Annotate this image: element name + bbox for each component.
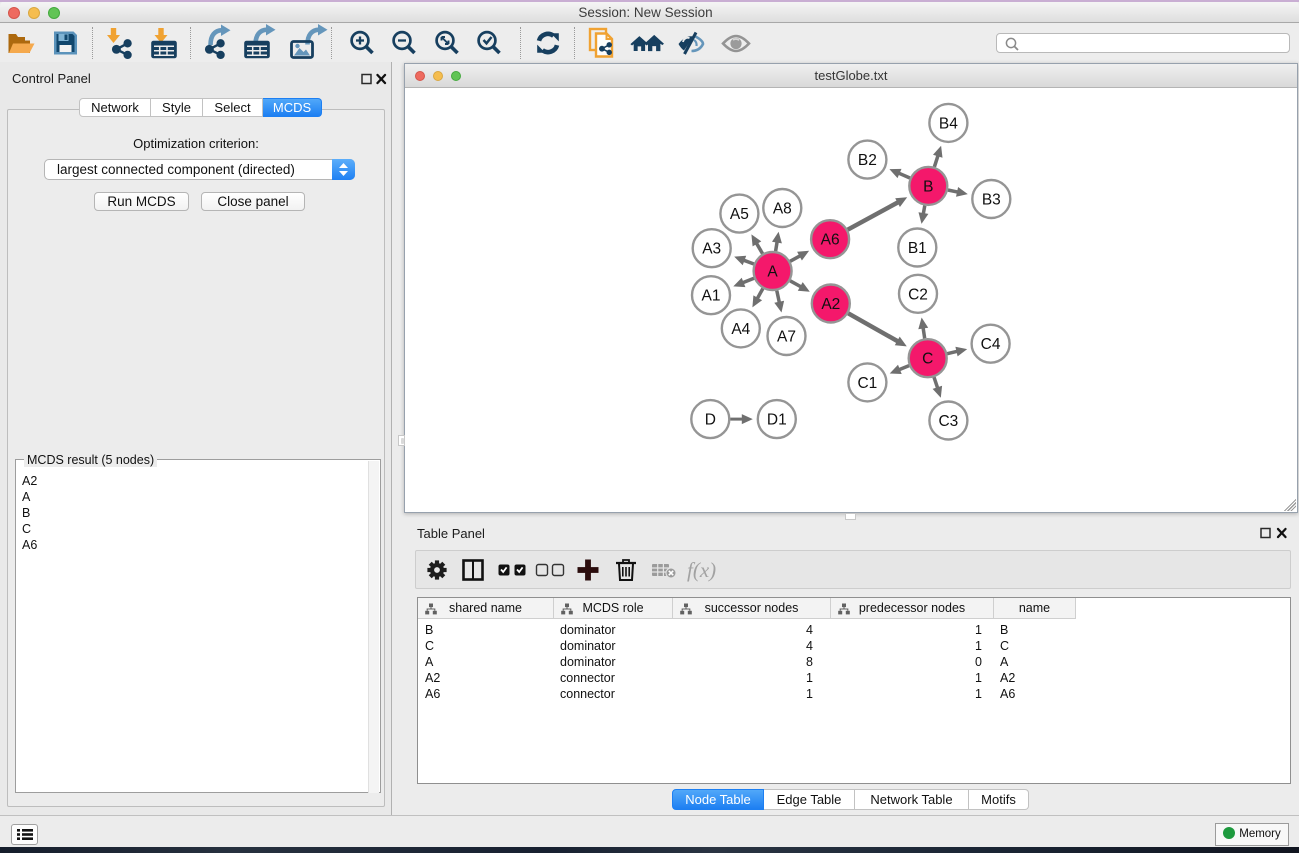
svg-text:B1: B1 xyxy=(908,240,927,257)
svg-text:B4: B4 xyxy=(939,115,958,132)
svg-text:A1: A1 xyxy=(702,288,721,305)
svg-text:A3: A3 xyxy=(702,241,721,258)
svg-text:B: B xyxy=(923,178,933,195)
svg-text:A6: A6 xyxy=(821,232,840,249)
svg-text:f(x): f(x) xyxy=(687,558,716,582)
svg-text:A8: A8 xyxy=(773,201,792,218)
svg-text:B2: B2 xyxy=(858,152,877,169)
svg-text:A4: A4 xyxy=(731,321,750,338)
svg-text:C: C xyxy=(922,351,933,368)
svg-text:D: D xyxy=(705,412,716,429)
svg-text:C2: C2 xyxy=(908,286,928,303)
svg-text:C3: C3 xyxy=(938,413,958,430)
svg-text:B3: B3 xyxy=(982,192,1001,209)
svg-text:A2: A2 xyxy=(821,296,840,313)
svg-text:C1: C1 xyxy=(857,375,877,392)
svg-text:A5: A5 xyxy=(730,206,749,223)
svg-text:C4: C4 xyxy=(981,336,1001,353)
svg-text:D1: D1 xyxy=(767,412,787,429)
svg-text:A7: A7 xyxy=(777,329,796,346)
svg-text:A: A xyxy=(767,264,778,281)
